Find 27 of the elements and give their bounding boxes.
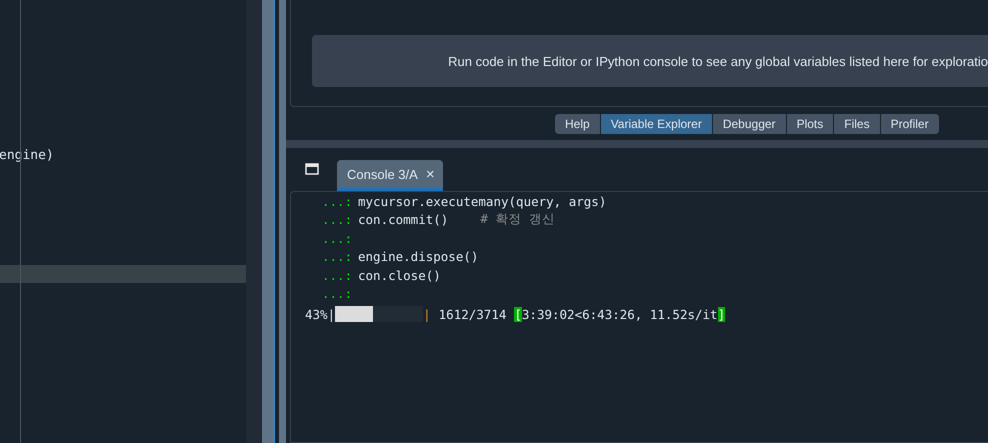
- bracket: [: [514, 306, 522, 322]
- code-line: engine.dispose(): [358, 249, 478, 264]
- prompt: ...:: [322, 249, 354, 264]
- progress-divider: |: [423, 306, 431, 322]
- prompt: ...:: [322, 212, 354, 228]
- code-comment: # 확정 갱신: [480, 211, 555, 228]
- pane-tab[interactable]: Help: [555, 114, 601, 134]
- pane-tab[interactable]: Variable Explorer: [600, 114, 713, 134]
- console-tab[interactable]: Console 3/A ×: [337, 160, 443, 191]
- prompt: ...:: [322, 268, 354, 283]
- prompt: ...:: [322, 286, 354, 302]
- tab-label: Console 3/A: [347, 166, 418, 182]
- prompt: ...:: [322, 230, 354, 246]
- code-line: con.close(): [358, 268, 441, 283]
- splitter-handle[interactable]: [279, 0, 286, 443]
- window-icon[interactable]: [305, 163, 319, 175]
- code-line: mycursor.executemany(query, args): [358, 194, 606, 209]
- splitter-handle[interactable]: [262, 0, 275, 443]
- code-line: con.commit(): [358, 212, 448, 228]
- close-button[interactable]: ×: [426, 166, 435, 182]
- bracket: ]: [718, 306, 726, 322]
- empty-message: Run code in the Editor or IPython console to see any global variables listed here for exploratio: [448, 54, 988, 68]
- progress-percent: 43%|: [305, 306, 336, 322]
- splitter-handle[interactable]: [286, 140, 988, 148]
- progress-timing: 3:39:02<6:43:26, 11.52s/it: [522, 306, 718, 322]
- progress-count: 1612/3714: [438, 306, 506, 322]
- prompt: ...:: [322, 194, 354, 209]
